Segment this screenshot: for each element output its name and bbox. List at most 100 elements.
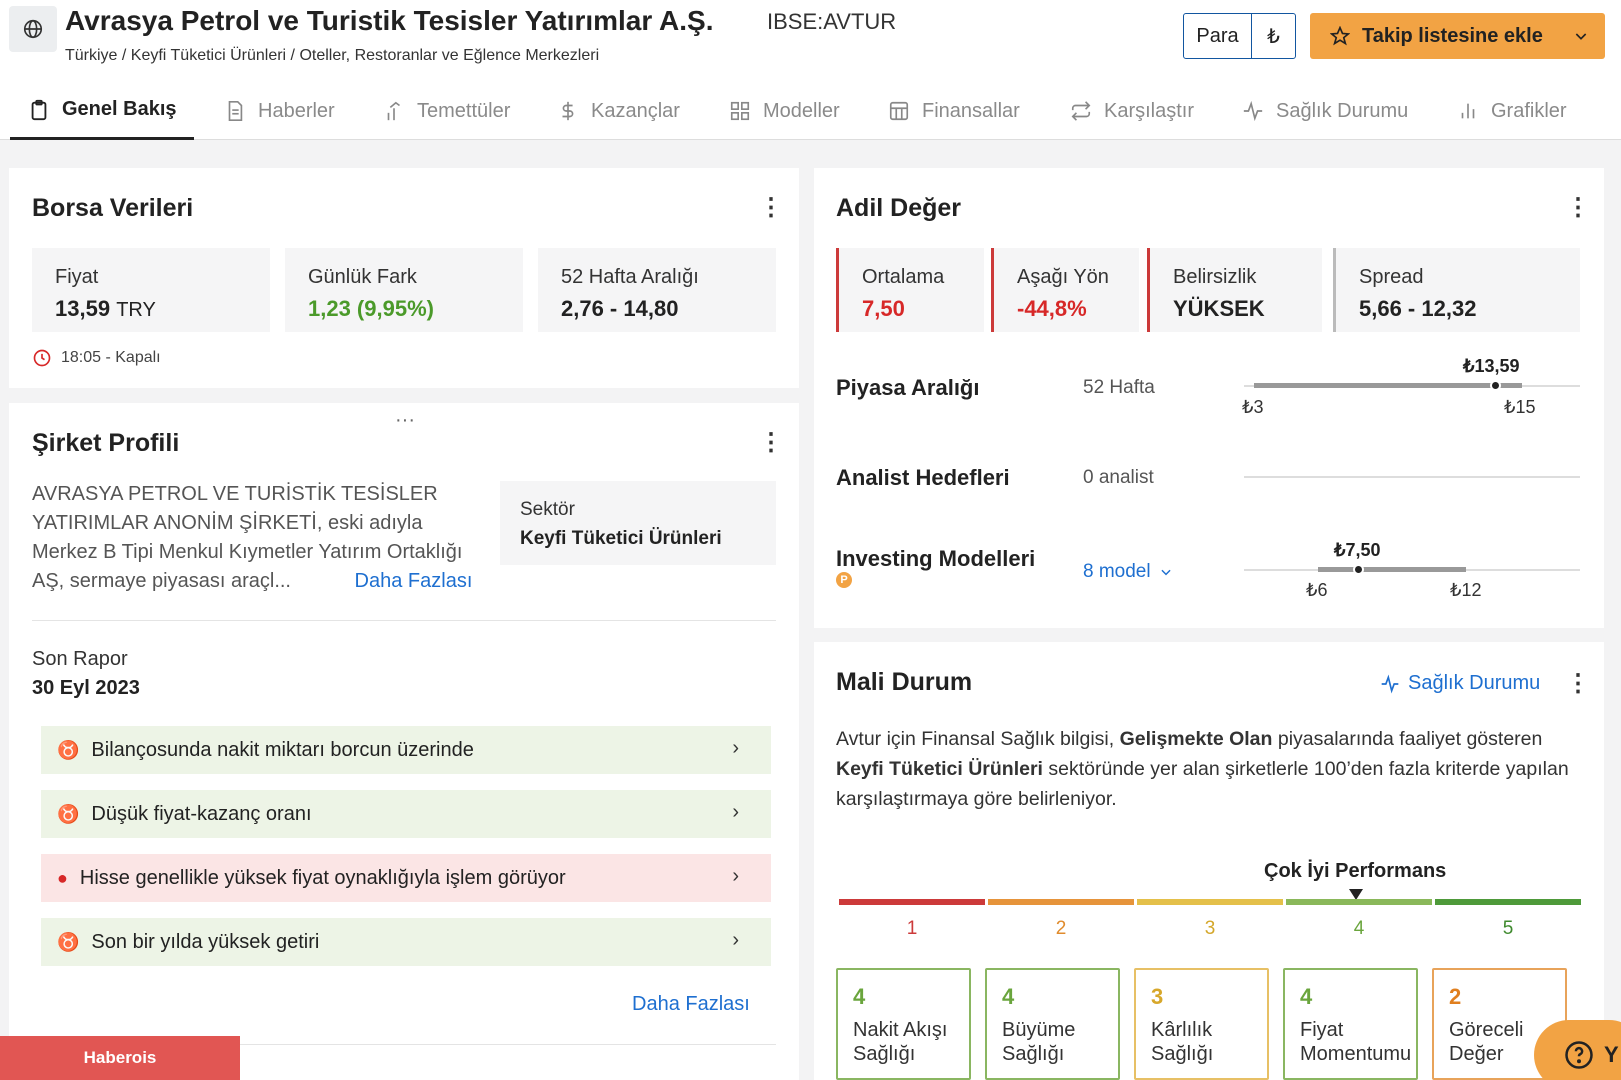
star-icon [1330, 26, 1350, 46]
market-range-bar [1254, 383, 1522, 388]
insight-row[interactable]: ♉ Düşük fiyat-kazanç oranı › [41, 790, 771, 838]
tab-finansallar[interactable]: Finansallar [888, 82, 1020, 140]
health-description: Avtur için Finansal Sağlık bilgisi, Geli… [836, 728, 1569, 810]
currency-para-button[interactable]: Para [1184, 14, 1252, 58]
swap-icon [1071, 101, 1091, 121]
health-status-link[interactable]: Sağlık Durumu [1380, 672, 1540, 695]
score-growth[interactable]: 4 Büyüme Sağlığı [985, 968, 1120, 1080]
scale-segment-1 [839, 899, 985, 905]
market-range-marker [1490, 380, 1501, 391]
insight-row[interactable]: ● Hisse genellikle yüksek fiyat oynaklığ… [41, 854, 771, 902]
week-range-value: 2,76 - 14,80 [561, 296, 679, 321]
market-status: 18:05 - Kapalı [32, 348, 161, 368]
bull-icon: ♉ [57, 803, 80, 824]
breadcrumb[interactable]: Türkiye / Keyfi Tüketici Ürünleri / Otel… [65, 47, 599, 65]
sector-value: Keyfi Tüketici Ürünleri [520, 528, 722, 549]
scale-number: 1 [906, 918, 918, 939]
watchlist-label: Takip listesine ekle [1362, 24, 1543, 47]
score-cash-flow[interactable]: 4 Nakit Akışı Sağlığı [836, 968, 971, 1080]
clipboard-icon [31, 99, 47, 120]
question-icon [1565, 1041, 1593, 1069]
more-insights-link[interactable]: Daha Fazlası [632, 993, 750, 1016]
more-vertical-icon[interactable]: ⋮ [759, 431, 783, 455]
tab-genel-bakis[interactable]: Genel Bakış [10, 82, 194, 140]
company-name: Avrasya Petrol ve Turistik Tesisler Yatı… [65, 5, 714, 36]
uncertainty-value: YÜKSEK [1173, 296, 1265, 321]
company-profile-card: ··· Şirket Profili ⋮ AVRASYA PETROL VE T… [9, 403, 799, 1080]
chevron-right-icon: › [732, 737, 739, 759]
fair-average-box: Ortalama 7,50 [836, 248, 984, 332]
price-label: Fiyat [55, 266, 99, 288]
market-range-low: ₺3 [1242, 397, 1264, 417]
tab-kazanclar[interactable]: Kazançlar [557, 82, 680, 140]
spread-value: 5,66 - 12,32 [1359, 296, 1477, 321]
market-range-high: ₺15 [1504, 397, 1536, 417]
sector-box: Sektör Keyfi Tüketici Ürünleri [500, 481, 776, 565]
sector-label: Sektör [520, 499, 575, 520]
tab-grafikler[interactable]: Grafikler [1457, 82, 1567, 140]
daily-change-value: 1,23 (9,95%) [308, 296, 434, 321]
downside-value: -44,8% [1017, 296, 1087, 321]
more-vertical-icon[interactable]: ⋮ [759, 196, 783, 220]
grid-icon [730, 101, 750, 121]
models-dropdown[interactable]: 8 model [1083, 561, 1173, 583]
daily-change-label: Günlük Fark [308, 266, 417, 288]
scale-number: 4 [1353, 918, 1365, 939]
bear-icon: ● [57, 867, 68, 888]
page-header: Avrasya Petrol ve Turistik Tesisler Yatı… [0, 0, 1621, 82]
company-description: AVRASYA PETROL VE TURİSTİK TESİSLER YATI… [32, 483, 473, 592]
last-report-date: 30 Eyl 2023 [32, 677, 140, 699]
performance-label: Çok İyi Performans [1264, 860, 1447, 882]
currency-lira-button[interactable]: ₺ [1252, 14, 1295, 58]
divider [32, 620, 776, 621]
market-range-period: 52 Hafta [1083, 377, 1155, 398]
pulse-icon [1381, 674, 1399, 693]
document-icon [228, 101, 243, 121]
company-profile-title: Şirket Profili [32, 429, 180, 457]
investing-models-label: Investing Modelleri [836, 546, 1036, 571]
tab-modeller[interactable]: Modeller [729, 82, 840, 140]
fair-value-title: Adil Değer [836, 194, 962, 222]
tab-temettuler[interactable]: Temettüler [383, 82, 510, 140]
analyst-count: 0 analist [1083, 467, 1154, 488]
drag-handle-icon[interactable]: ··· [395, 409, 415, 432]
tab-haberler[interactable]: Haberler [224, 82, 335, 140]
score-profitability[interactable]: 3 Kârlılık Sağlığı [1134, 968, 1269, 1080]
financial-health-title: Mali Durum [836, 668, 973, 696]
currency-toggle[interactable]: Para ₺ [1183, 13, 1296, 59]
tab-karsilastir[interactable]: Karşılaştır [1070, 82, 1194, 140]
insight-row[interactable]: ♉ Bilançosunda nakit miktarı borcun üzer… [41, 726, 771, 774]
scale-segment-3 [1137, 899, 1283, 905]
pulse-icon [1243, 100, 1263, 122]
add-watchlist-button[interactable]: Takip listesine ekle [1310, 13, 1605, 59]
last-report-label: Son Rapor [32, 648, 128, 670]
chart-growth-icon [387, 101, 400, 121]
score-price-momentum[interactable]: 4 Fiyat Momentumu [1283, 968, 1418, 1080]
help-button[interactable]: Y [1534, 1020, 1621, 1080]
ticker-symbol: IBSE:AVTUR [767, 9, 897, 34]
globe-icon[interactable] [9, 6, 57, 52]
price-box: Fiyat 13,59 TRY [32, 248, 270, 332]
market-range-label: Piyasa Aralığı [836, 375, 980, 400]
chevron-right-icon: › [732, 929, 739, 951]
tab-saglik-durumu[interactable]: Sağlık Durumu [1242, 82, 1408, 140]
chevron-right-icon: › [732, 865, 739, 887]
bar-chart-icon [1461, 103, 1475, 119]
read-more-link[interactable]: Daha Fazlası [355, 570, 473, 592]
dollar-icon [562, 101, 574, 121]
models-low: ₺6 [1306, 580, 1328, 600]
market-range-current: ₺13,59 [1463, 356, 1520, 376]
more-vertical-icon[interactable]: ⋮ [1566, 196, 1590, 220]
chevron-down-icon [1161, 569, 1171, 576]
news-banner[interactable]: Haberois [0, 1036, 240, 1080]
scale-number: 3 [1204, 918, 1216, 939]
models-range-bar [1318, 567, 1466, 572]
chevron-down-icon[interactable] [1573, 28, 1589, 44]
uncertainty-box: Belirsizlik YÜKSEK [1147, 248, 1322, 332]
tab-bar: Genel Bakış Haberler Temettüler Kazançla… [0, 82, 1621, 140]
more-vertical-icon[interactable]: ⋮ [1566, 672, 1590, 696]
scale-number: 2 [1055, 918, 1067, 939]
week-range-label: 52 Hafta Aralığı [561, 266, 699, 288]
downside-box: Aşağı Yön -44,8% [991, 248, 1139, 332]
insight-row[interactable]: ♉ Son bir yılda yüksek getiri › [41, 918, 771, 966]
